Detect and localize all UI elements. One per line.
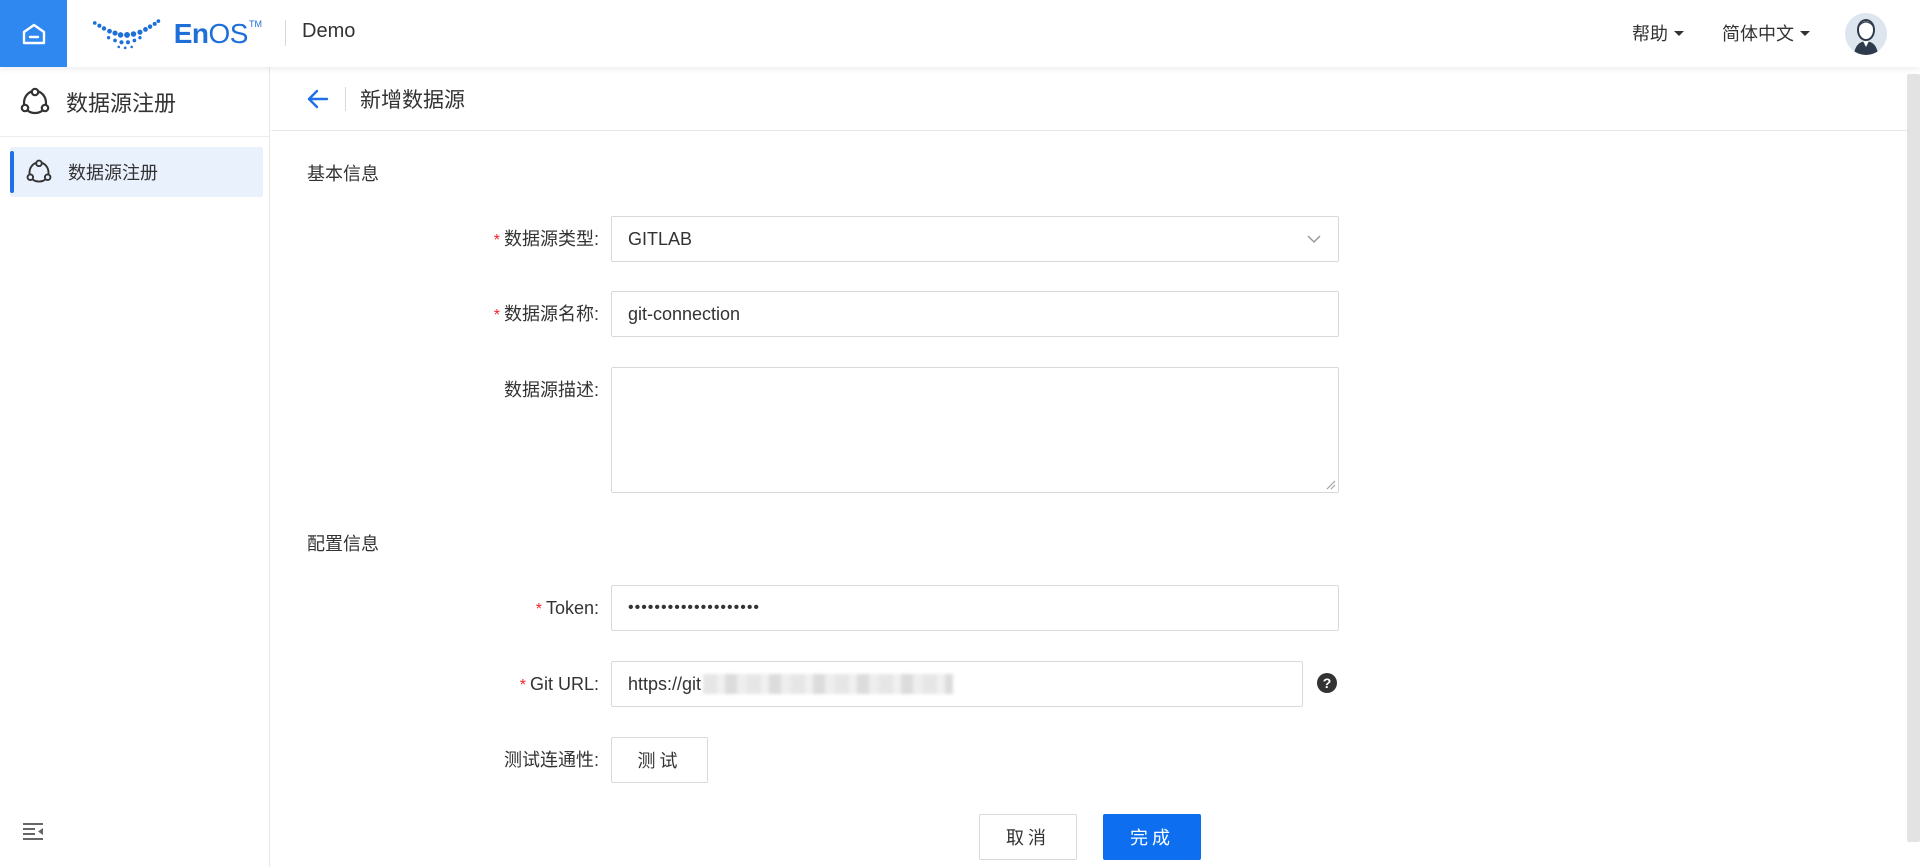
trademark-mark: TM: [249, 19, 262, 29]
top-divider: [285, 20, 286, 46]
description-label: 数据源描述:: [503, 380, 599, 400]
enos-logo[interactable]: EnOS TM: [92, 14, 262, 54]
name-row: * 数据源名称: git-connection: [271, 291, 1339, 339]
collapse-sidebar-button[interactable]: [22, 822, 44, 847]
caret-down-icon: [1800, 30, 1810, 36]
required-mark: *: [519, 677, 526, 694]
required-mark: *: [493, 232, 500, 249]
chevron-down-icon: [1307, 235, 1321, 244]
back-button[interactable]: [307, 89, 329, 109]
help-menu[interactable]: 帮助: [1632, 20, 1684, 46]
description-textarea[interactable]: [611, 367, 1339, 493]
home-button[interactable]: [0, 0, 67, 67]
type-select[interactable]: GITLAB: [611, 216, 1339, 262]
help-menu-label: 帮助: [1632, 24, 1668, 44]
cancel-button[interactable]: 取消: [979, 814, 1077, 860]
enos-logo-text: EnOS: [173, 18, 249, 49]
type-row: * 数据源类型: GITLAB: [271, 216, 1339, 264]
data-source-icon: [26, 159, 52, 183]
question-circle-icon[interactable]: ?: [1317, 673, 1337, 693]
user-avatar[interactable]: [1845, 13, 1887, 55]
name-input[interactable]: git-connection: [611, 291, 1339, 337]
sidebar-title: 数据源注册: [66, 90, 177, 116]
type-label: * 数据源类型:: [493, 229, 599, 249]
sidebar: 数据源注册 数据源注册: [0, 67, 270, 867]
sidebar-item-data-source-registration[interactable]: 数据源注册: [10, 147, 263, 197]
collapse-menu-icon: [23, 823, 43, 840]
token-label: * Token:: [535, 598, 599, 618]
redacted-url-block: [703, 674, 954, 694]
token-input[interactable]: ••••••••••••••••••••: [611, 585, 1339, 631]
enos-logo-icon: [92, 19, 161, 50]
language-menu[interactable]: 简体中文: [1722, 20, 1810, 46]
config-info-section-title: 配置信息: [307, 534, 379, 554]
language-menu-label: 简体中文: [1722, 24, 1794, 44]
required-mark: *: [493, 307, 500, 324]
caret-down-icon: [1674, 30, 1684, 36]
app-name: Demo: [302, 20, 356, 42]
token-row: * Token: ••••••••••••••••••••: [271, 585, 1339, 633]
data-source-icon: [20, 87, 50, 114]
git-url-value: https://git: [628, 673, 702, 694]
main-content: 新增数据源 基本信息 * 数据源类型: GITLAB * 数据源名称: git-co…: [271, 67, 1907, 867]
resize-handle-icon[interactable]: [1324, 478, 1336, 490]
vertical-scrollbar[interactable]: [1907, 74, 1920, 842]
test-connection-button[interactable]: 测试: [611, 737, 708, 783]
page-header: 新增数据源: [271, 67, 1907, 131]
arrow-left-icon: [307, 89, 329, 108]
git-url-label: * Git URL:: [519, 674, 599, 694]
header-divider: [345, 86, 346, 111]
connectivity-row: 测试连通性: 测试: [271, 737, 708, 783]
top-bar: EnOS TM Demo 帮助 简体中文: [0, 0, 1920, 67]
home-icon: [22, 23, 45, 44]
name-label: * 数据源名称:: [493, 304, 599, 324]
done-button[interactable]: 完成: [1103, 814, 1201, 860]
user-avatar-icon: [1845, 13, 1887, 55]
sidebar-item-label: 数据源注册: [68, 163, 158, 183]
basic-info-section-title: 基本信息: [307, 164, 379, 184]
type-select-value: GITLAB: [628, 228, 693, 249]
required-mark: *: [535, 601, 542, 618]
description-row: 数据源描述:: [271, 367, 1339, 493]
form-actions: 取消 完成: [979, 814, 1201, 860]
sidebar-header: 数据源注册: [0, 67, 269, 137]
connectivity-label: 测试连通性:: [503, 750, 599, 770]
git-url-row: * Git URL: https://git ?: [271, 661, 1337, 709]
git-url-input[interactable]: https://git: [611, 661, 1303, 707]
page-title: 新增数据源: [360, 88, 465, 112]
